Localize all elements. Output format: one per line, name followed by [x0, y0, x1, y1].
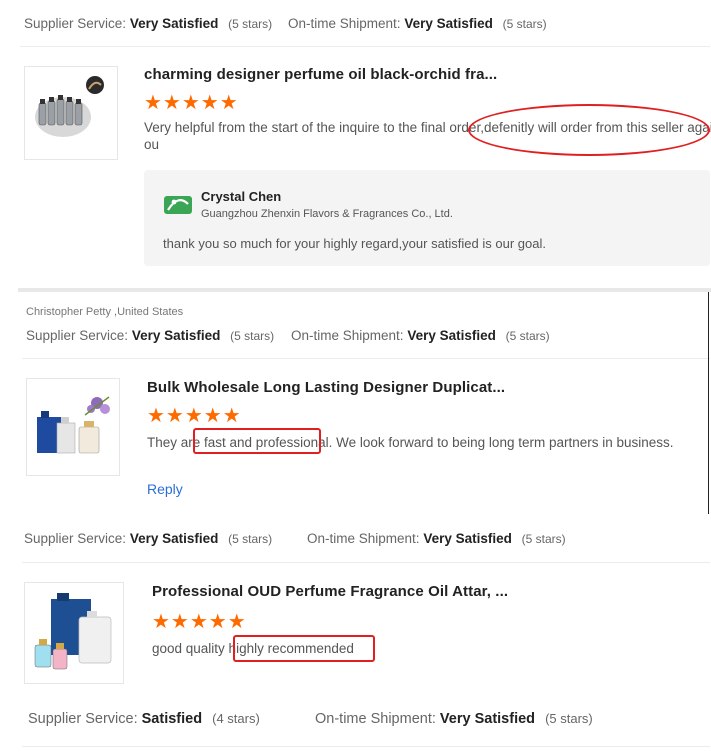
- product-thumbnail[interactable]: [24, 582, 124, 684]
- product-title[interactable]: Bulk Wholesale Long Lasting Designer Dup…: [147, 379, 505, 396]
- supplier-service-label: Supplier Service:: [26, 328, 129, 343]
- star-rating: ★★★★★: [152, 611, 247, 633]
- shipment-stars: (5 stars): [545, 711, 593, 726]
- perfume-jug-image: [27, 379, 119, 475]
- rating-line: On-time Shipment: Very Satisfied (5 star…: [307, 531, 566, 546]
- product-title[interactable]: Professional OUD Perfume Fragrance Oil A…: [152, 583, 508, 600]
- shipment-label: On-time Shipment:: [291, 328, 404, 343]
- shipment-stars: (5 stars): [521, 532, 566, 546]
- reviewer-name: Christopher Petty ,United States: [26, 306, 184, 318]
- supplier-service-stars: (4 stars): [212, 711, 260, 726]
- supplier-reply: Crystal Chen Guangzhou Zhenxin Flavors &…: [144, 170, 710, 266]
- shipment-value: Very Satisfied: [407, 328, 496, 343]
- supplier-service-label: Supplier Service:: [24, 16, 127, 31]
- rating-line: Supplier Service: Satisfied (4 stars): [28, 711, 260, 727]
- rating-line: Supplier Service: Very Satisfied (5 star…: [24, 531, 272, 546]
- shipment-stars: (5 stars): [502, 17, 547, 31]
- supplier-service-value: Very Satisfied: [129, 531, 219, 546]
- shipment-label: On-time Shipment:: [315, 711, 436, 727]
- supplier-service-label: Supplier Service:: [28, 711, 138, 727]
- highlight-annotation: [468, 104, 710, 156]
- rating-line: On-time Shipment: Very Satisfied (5 star…: [291, 328, 550, 343]
- perfume-oil-bottles-image: [25, 67, 117, 159]
- rating-line: Supplier Service: Very Satisfied (5 star…: [24, 16, 272, 31]
- shipment-value: Very Satisfied: [423, 531, 512, 546]
- product-thumbnail[interactable]: [26, 378, 120, 476]
- highlight-annotation: [233, 635, 375, 662]
- product-title[interactable]: charming designer perfume oil black-orch…: [144, 66, 497, 83]
- shipment-value: Very Satisfied: [404, 16, 493, 31]
- rating-line: On-time Shipment: Very Satisfied (5 star…: [288, 16, 547, 31]
- divider: [20, 46, 710, 47]
- reply-text: thank you so much for your highly regard…: [163, 236, 546, 251]
- rating-line: Supplier Service: Very Satisfied (5 star…: [26, 328, 274, 343]
- supplier-service-stars: (5 stars): [228, 532, 273, 546]
- supplier-service-stars: (5 stars): [230, 329, 275, 343]
- highlight-annotation: [193, 428, 321, 454]
- company-logo-icon: [162, 192, 194, 218]
- right-edge-line: [708, 292, 709, 514]
- reply-company: Guangzhou Zhenxin Flavors & Fragrances C…: [201, 208, 453, 220]
- supplier-service-value: Very Satisfied: [129, 16, 219, 31]
- reply-author-name: Crystal Chen: [201, 189, 282, 204]
- divider: [22, 746, 710, 747]
- reply-link[interactable]: Reply: [147, 481, 183, 497]
- shipment-stars: (5 stars): [505, 329, 550, 343]
- divider: [22, 562, 710, 563]
- supplier-service-label: Supplier Service:: [24, 531, 127, 546]
- review-comment-wrap: ou: [144, 137, 160, 152]
- star-rating: ★★★★★: [147, 405, 242, 427]
- rating-line: On-time Shipment: Very Satisfied (5 star…: [315, 711, 593, 727]
- product-thumbnail[interactable]: [24, 66, 118, 160]
- divider: [22, 358, 710, 359]
- supplier-service-value: Satisfied: [141, 711, 203, 727]
- section-separator: [18, 288, 711, 292]
- shipment-label: On-time Shipment:: [307, 531, 420, 546]
- oud-oil-containers-image: [25, 583, 123, 683]
- supplier-service-stars: (5 stars): [228, 17, 273, 31]
- shipment-value: Very Satisfied: [439, 711, 536, 727]
- shipment-label: On-time Shipment:: [288, 16, 401, 31]
- supplier-service-value: Very Satisfied: [131, 328, 221, 343]
- star-rating: ★★★★★: [144, 92, 239, 114]
